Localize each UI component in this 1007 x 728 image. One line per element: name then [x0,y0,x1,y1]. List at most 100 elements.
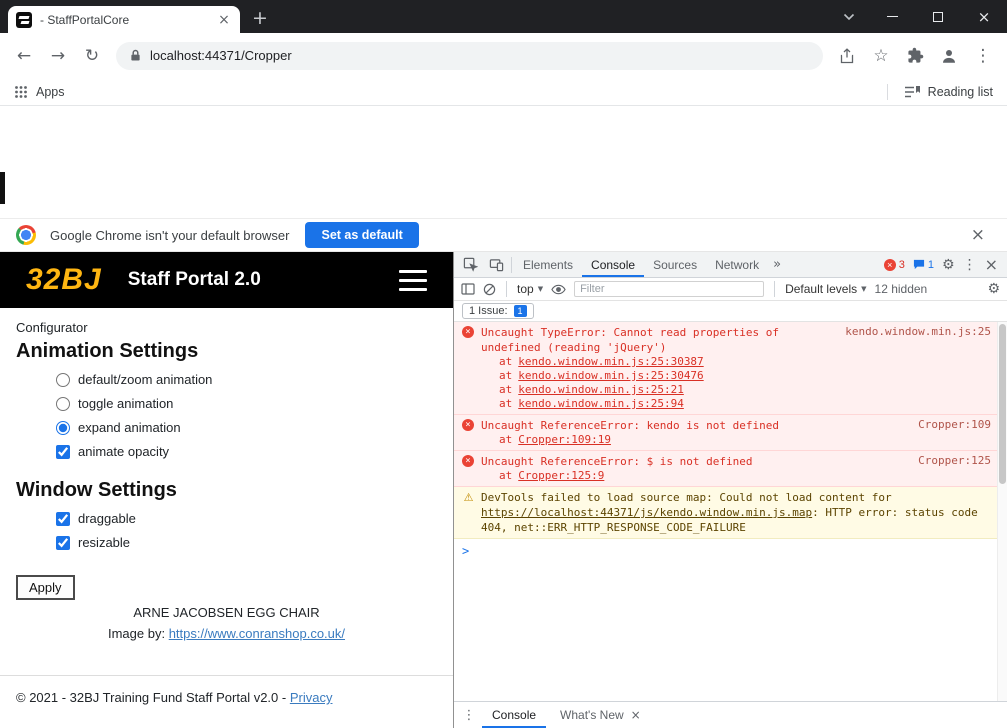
set-default-button[interactable]: Set as default [305,222,418,248]
radio-default-zoom-animation[interactable] [56,373,70,387]
checkbox-resizable[interactable] [56,536,70,550]
forward-button[interactable]: → [42,40,74,72]
radio-expand-animation[interactable] [56,421,70,435]
console-source-link[interactable]: Cropper:125 [918,454,991,467]
console-output[interactable]: × Uncaught TypeError: Cannot read proper… [454,322,1007,701]
address-bar[interactable]: localhost:44371/Cropper [116,42,823,70]
banner-close-icon[interactable]: × [971,225,985,245]
devtools-menu-icon[interactable]: ⋮ [963,257,977,273]
new-tab-button[interactable]: + [252,9,268,28]
source-map-link[interactable]: https://localhost:44371/js/kendo.window.… [481,506,812,519]
reading-list-icon[interactable] [904,85,920,99]
left-edge-artifact [0,172,5,204]
option-label: animate opacity [78,444,169,459]
browser-window: - StaffPortalCore × + × ← → ↻ localhost:… [0,0,1007,728]
app-logo: 32BJ [26,263,102,297]
console-warning-row: ⚠ DevTools failed to load source map: Co… [454,487,1007,539]
tabbar-divider [511,257,512,273]
error-icon: × [462,455,474,467]
tab-elements[interactable]: Elements [514,252,582,277]
tab-console[interactable]: Console [582,252,644,277]
devtools-settings-gear-icon[interactable]: ⚙ [942,257,955,273]
image-caption: ARNE JACOBSEN EGG CHAIR [16,605,437,620]
console-source-link[interactable]: Cropper:109 [918,418,991,431]
message-count-badge[interactable]: 1 [913,259,934,271]
inspect-element-icon[interactable] [457,252,483,277]
apply-button[interactable]: Apply [16,575,75,600]
image-credit-link[interactable]: https://www.conranshop.co.uk/ [169,626,345,641]
stack-location-link[interactable]: kendo.window.min.js:25:30387 [518,355,703,368]
reading-list-label[interactable]: Reading list [928,85,993,99]
maximize-button[interactable] [915,0,961,33]
image-credit: Image by: https://www.conranshop.co.uk/ [16,626,437,641]
devtools-close-icon[interactable]: × [985,255,998,274]
issues-pill[interactable]: 1 Issue: 1 [462,303,534,319]
share-icon[interactable] [831,40,863,72]
chrome-logo-icon [16,225,36,245]
window-settings-heading: Window Settings [16,479,437,502]
drawer-menu-icon[interactable]: ⋮ [460,708,478,723]
close-button[interactable]: × [961,0,1007,33]
issues-label: 1 Issue: [469,305,508,317]
error-count-badge[interactable]: × 3 [884,259,905,271]
issues-bar: 1 Issue: 1 [454,301,1007,322]
issues-count-bubble: 1 [514,305,527,317]
scrollbar-thumb[interactable] [999,324,1006,484]
bookmark-star-icon[interactable]: ☆ [865,40,897,72]
profile-avatar[interactable] [933,40,965,72]
url-text[interactable]: localhost:44371/Cropper [150,48,292,63]
tab-close-icon[interactable]: × [216,12,232,28]
animation-settings-heading: Animation Settings [16,340,437,363]
console-source-link[interactable]: kendo.window.min.js:25 [845,325,991,338]
console-error-row: × Uncaught ReferenceError: kendo is not … [454,415,1007,451]
checkbox-animate-opacity[interactable] [56,445,70,459]
more-tabs-icon[interactable]: » [768,257,786,272]
back-button[interactable]: ← [8,40,40,72]
whats-new-close-icon[interactable]: × [631,708,641,722]
lock-icon[interactable] [130,49,141,62]
drawer-tab-console[interactable]: Console [482,702,546,728]
clear-console-icon[interactable] [483,283,496,296]
radio-toggle-animation[interactable] [56,397,70,411]
console-error-row: × Uncaught ReferenceError: $ is not defi… [454,451,1007,487]
chevron-down-icon[interactable] [843,13,855,21]
warning-icon: ⚠ [462,491,475,535]
live-expression-eye-icon[interactable] [551,284,566,295]
privacy-link[interactable]: Privacy [290,690,333,705]
stack-at-label: at [499,433,512,446]
message-bubble-icon [913,259,925,270]
apps-grid-icon[interactable] [14,85,28,99]
stack-location-link[interactable]: kendo.window.min.js:25:94 [518,397,684,410]
hamburger-menu-icon[interactable] [399,266,427,295]
console-sidebar-icon[interactable] [461,283,475,295]
app-body: Configurator Animation Settings default/… [0,308,453,641]
browser-tab[interactable]: - StaffPortalCore × [8,6,240,33]
stack-location-link[interactable]: kendo.window.min.js:25:30476 [518,369,703,382]
favicon [16,12,32,28]
stack-at-label: at [499,469,512,482]
apps-label[interactable]: Apps [36,85,65,99]
filter-input[interactable] [574,281,764,297]
console-prompt-row[interactable]: > [454,539,1007,563]
reload-button[interactable]: ↻ [76,40,108,72]
window-titlebar: - StaffPortalCore × + × [0,0,1007,33]
stack-location-link[interactable]: Cropper:109:19 [518,433,611,446]
console-scrollbar[interactable] [997,322,1007,701]
minimize-button[interactable] [869,0,915,33]
error-icon: × [462,419,474,431]
stack-line: atkendo.window.min.js:25:94 [481,397,991,411]
device-toolbar-icon[interactable] [483,252,509,277]
browser-menu-icon[interactable]: ⋮ [967,40,999,72]
devtools-tabbar: Elements Console Sources Network » × 3 1 [454,252,1007,278]
checkbox-draggable[interactable] [56,512,70,526]
drawer-tab-whats-new[interactable]: What's New × [550,702,651,728]
stack-location-link[interactable]: kendo.window.min.js:25:21 [518,383,684,396]
extensions-icon[interactable] [899,40,931,72]
context-selector[interactable]: top ▼ [517,282,543,296]
stack-location-link[interactable]: Cropper:125:9 [518,469,604,482]
tab-sources[interactable]: Sources [644,252,706,277]
hidden-messages-count[interactable]: 12 hidden [875,282,928,296]
levels-dropdown[interactable]: Default levels ▼ [785,282,866,296]
tab-network[interactable]: Network [706,252,768,277]
console-settings-gear-icon[interactable]: ⚙ [987,281,1000,297]
